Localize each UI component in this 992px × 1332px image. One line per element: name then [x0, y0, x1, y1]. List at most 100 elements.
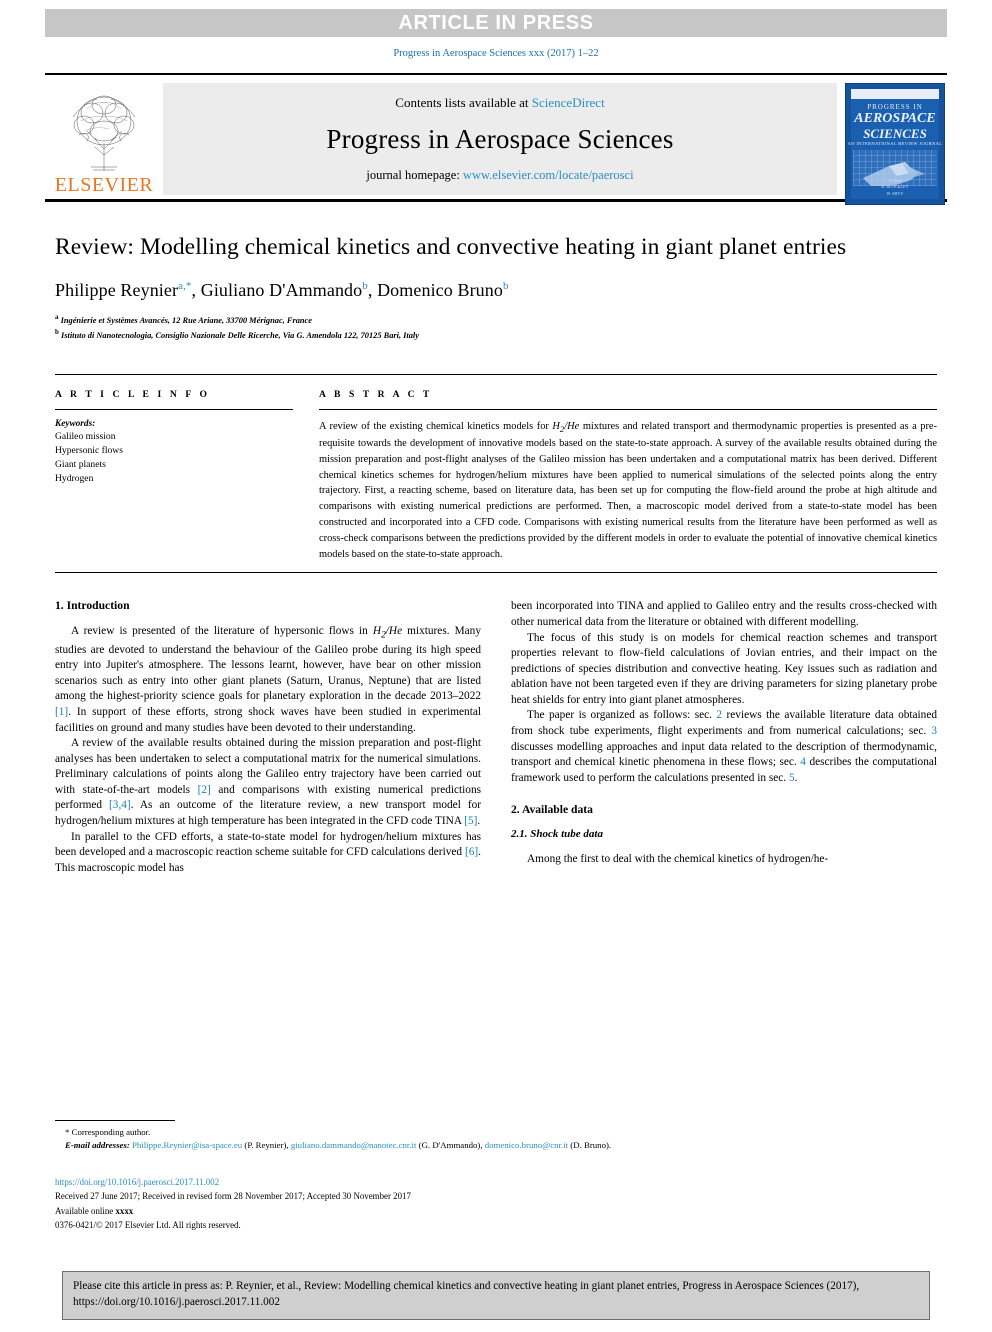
- author-list: Philippe Reyniera,*, Giuliano D'Ammandob…: [55, 280, 509, 301]
- email-link[interactable]: Philippe.Reynier@isa-space.eu: [132, 1140, 242, 1150]
- footnote-block: * Corresponding author. E-mail addresses…: [55, 1120, 937, 1152]
- citation-ref[interactable]: [6]: [465, 846, 478, 858]
- email-owner: (D. Bruno): [570, 1140, 609, 1151]
- paper-page: ARTICLE IN PRESS Progress in Aerospace S…: [0, 9, 992, 1332]
- affiliation-list: a Ingénierie et Systèmes Avancés, 12 Rue…: [55, 312, 937, 342]
- journal-homepage-link[interactable]: www.elsevier.com/locate/paerosci: [463, 168, 634, 182]
- para-text: In parallel to the CFD efforts, a state-…: [55, 830, 481, 859]
- keyword-item: Hypersonic flows: [55, 444, 123, 456]
- keywords-heading: Keywords:: [55, 418, 96, 429]
- affiliation-text: Istituto di Nanotecnologia, Consiglio Na…: [61, 330, 419, 340]
- page-title: Review: Modelling chemical kinetics and …: [55, 234, 847, 260]
- contents-list-prefix: Contents lists available at: [395, 95, 532, 110]
- abstract-heading: A B S T R A C T: [319, 388, 433, 400]
- journal-cover-image: PROGRESS IN AEROSPACE SCIENCES AN INTERN…: [845, 83, 945, 205]
- journal-masthead: ELSEVIER Contents lists available at Sci…: [45, 73, 947, 205]
- masthead-bottom-rule: [45, 199, 947, 202]
- elsevier-tree-icon: [72, 95, 136, 171]
- elsevier-wordmark: ELSEVIER: [54, 174, 154, 196]
- title-block: Review: Modelling chemical kinetics and …: [55, 232, 937, 342]
- elsevier-logo: ELSEVIER: [45, 79, 163, 199]
- body-columns: 1. Introduction A review is presented of…: [55, 599, 937, 876]
- author-marks: b: [502, 280, 509, 293]
- cover-editors: Editors R. BLOCKLEY W. SHYY: [881, 178, 909, 196]
- publication-meta: https://doi.org/10.1016/j.paerosci.2017.…: [55, 1175, 937, 1233]
- section-title-introduction: 1. Introduction: [55, 599, 130, 613]
- available-online-line: Available online xxxx: [55, 1204, 937, 1218]
- available-online-label: Available online: [55, 1205, 116, 1216]
- affiliation-item: a Ingénierie et Systèmes Avancés, 12 Rue…: [55, 312, 937, 327]
- citation-ref[interactable]: [1]: [55, 706, 68, 718]
- journal-title: Progress in Aerospace Sciences: [326, 124, 674, 154]
- article-in-press-label: ARTICLE IN PRESS: [398, 11, 594, 34]
- masthead-center-panel: Contents lists available at ScienceDirec…: [163, 83, 837, 195]
- cover-line-3: SCIENCES: [863, 126, 927, 141]
- para-text: . In support of these efforts, strong sh…: [55, 705, 481, 734]
- citation-ref[interactable]: [5]: [464, 815, 477, 827]
- keyword-item: Hydrogen: [55, 473, 94, 485]
- affiliation-mark: b: [55, 327, 59, 336]
- info-and-abstract: A R T I C L E I N F O Keywords: Galileo …: [55, 373, 937, 563]
- abstract-text: A review of the existing chemical kineti…: [319, 420, 938, 560]
- received-dates: Received 27 June 2017; Received in revis…: [55, 1191, 411, 1202]
- subsection-title-shock-tube-data: 2.1. Shock tube data: [511, 828, 603, 841]
- citation-ref[interactable]: [2]: [198, 784, 211, 796]
- para-text: A review is presented of the literature …: [71, 625, 373, 638]
- body-column-left: 1. Introduction A review is presented of…: [55, 599, 481, 876]
- section-title-available-data: 2. Available data: [511, 803, 593, 817]
- inline-formula: H2/He: [552, 420, 580, 434]
- body-column-right: been incorporated into TINA and applied …: [511, 599, 937, 876]
- affiliation-text: Ingénierie et Systèmes Avancés, 12 Rue A…: [60, 315, 312, 325]
- article-in-press-banner: ARTICLE IN PRESS: [45, 9, 947, 37]
- paragraph: A review is presented of the literature …: [55, 624, 481, 736]
- keyword-item: Giant planets: [55, 459, 106, 471]
- paragraph: Among the first to deal with the chemica…: [527, 853, 829, 866]
- doi-link[interactable]: https://doi.org/10.1016/j.paerosci.2017.…: [55, 1177, 219, 1187]
- author-name: Giuliano D'Ammando: [200, 280, 363, 301]
- abstract-column: A B S T R A C T A review of the existing…: [319, 375, 937, 563]
- email-link[interactable]: giuliano.dammando@nanotec.cnr.it: [291, 1140, 417, 1150]
- contents-list-line: Contents lists available at ScienceDirec…: [395, 95, 604, 111]
- article-info-rule: [55, 408, 293, 410]
- paragraph: A review of the available results obtain…: [55, 736, 481, 829]
- affiliation-item: b Istituto di Nanotecnologia, Consiglio …: [55, 327, 937, 342]
- citation-ref[interactable]: [3,4]: [109, 799, 131, 811]
- cite-this-article-text: Please cite this article in press as: P.…: [73, 1280, 860, 1308]
- cite-this-article-box: Please cite this article in press as: P.…: [62, 1271, 930, 1320]
- abstract-bottom-rule: [55, 572, 937, 574]
- cover-line-2: AEROSPACE: [854, 111, 936, 126]
- email-owner: (G. D'Ammando): [418, 1140, 481, 1151]
- paragraph: The focus of this study is on models for…: [511, 631, 937, 706]
- footnote-corresponding-author: * Corresponding author.: [65, 1127, 151, 1137]
- copyright-line: 0376-0421/© 2017 Elsevier Ltd. All right…: [55, 1220, 241, 1231]
- para-text: .: [794, 771, 798, 784]
- paragraph: The paper is organized as follows: sec. …: [511, 708, 937, 786]
- email-label: E-mail addresses:: [65, 1140, 130, 1151]
- section-ref[interactable]: 3: [931, 725, 937, 737]
- author-marks: b: [362, 280, 368, 293]
- journal-homepage-line: journal homepage: www.elsevier.com/locat…: [366, 168, 633, 183]
- para-text: The paper is organized as follows: sec.: [527, 709, 717, 722]
- author-name: Philippe Reynier: [55, 280, 179, 301]
- abstract-rule: [319, 408, 937, 410]
- running-head: Progress in Aerospace Sciences xxx (2017…: [393, 48, 599, 59]
- article-info-column: A R T I C L E I N F O Keywords: Galileo …: [55, 375, 293, 563]
- paragraph: been incorporated into TINA and applied …: [511, 600, 937, 628]
- sciencedirect-link[interactable]: ScienceDirect: [532, 95, 605, 110]
- affiliation-mark: a: [55, 313, 59, 322]
- paragraph: In parallel to the CFD efforts, a state-…: [55, 830, 481, 877]
- journal-cover-thumbnail[interactable]: PROGRESS IN AEROSPACE SCIENCES AN INTERN…: [845, 83, 947, 205]
- email-owner: (P. Reynier): [244, 1140, 287, 1151]
- cover-line-1: PROGRESS IN: [867, 103, 923, 111]
- author-name: Domenico Bruno: [377, 280, 503, 301]
- footnote-email-addresses: E-mail addresses: Philippe.Reynier@isa-s…: [65, 1140, 612, 1151]
- article-info-heading: A R T I C L E I N F O: [55, 388, 211, 400]
- cover-line-4: AN INTERNATIONAL REVIEW JOURNAL: [847, 141, 943, 146]
- available-online-value: xxxx: [115, 1205, 134, 1216]
- journal-homepage-prefix: journal homepage:: [366, 168, 463, 182]
- inline-formula: H2/He: [372, 625, 403, 641]
- author-marks: a,*: [178, 280, 192, 293]
- para-text: .: [477, 815, 481, 827]
- footnote-rule: [55, 1120, 175, 1121]
- email-link[interactable]: domenico.bruno@cnr.it: [485, 1140, 568, 1150]
